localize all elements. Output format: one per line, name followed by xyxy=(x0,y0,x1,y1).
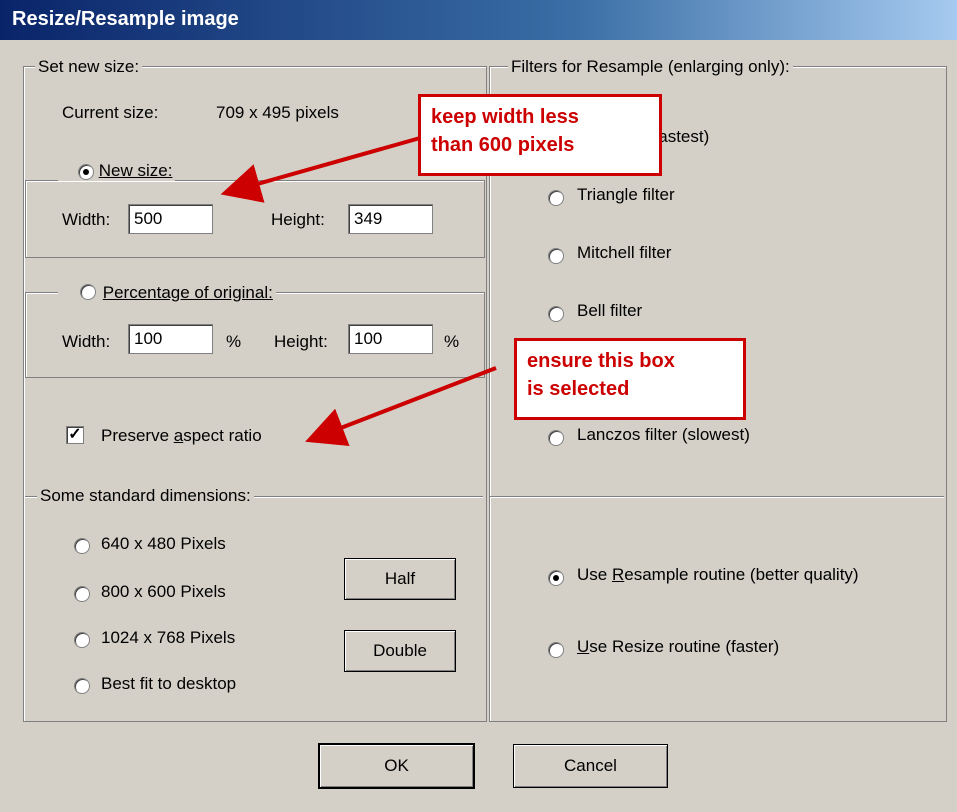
current-size-label: Current size: xyxy=(62,103,159,122)
pct-width-percent: % xyxy=(226,332,242,351)
cancel-button[interactable]: Cancel xyxy=(513,744,668,788)
routine-divider xyxy=(490,496,944,498)
std-1024-label[interactable]: 1024 x 768 Pixels xyxy=(101,628,235,648)
standard-dimensions-legend: Some standard dimensions: xyxy=(37,486,254,506)
new-height-input[interactable]: 349 xyxy=(348,204,433,234)
lanczos-filter-label[interactable]: Lanczos filter (slowest) xyxy=(577,425,750,445)
window-title: Resize/Resample image xyxy=(12,8,239,30)
double-button[interactable]: Double xyxy=(344,630,456,672)
std-best-fit-label[interactable]: Best fit to desktop xyxy=(101,674,236,694)
std-640-radio[interactable] xyxy=(74,538,90,554)
callout-ensure-box: ensure this box is selected xyxy=(514,338,746,420)
set-new-size-legend: Set new size: xyxy=(35,57,143,77)
height-label: Height: xyxy=(271,210,325,229)
callout-ensure-box-line2: is selected xyxy=(527,378,630,400)
callout-keep-width-line1: keep width less xyxy=(431,106,579,128)
new-size-option[interactable]: New size: xyxy=(58,160,176,181)
double-button-label: Double xyxy=(373,641,427,660)
resize-dialog: Resize/Resample image Set new size: Curr… xyxy=(0,0,957,812)
use-resize-radio[interactable] xyxy=(548,642,564,658)
pct-height-input[interactable]: 100 xyxy=(348,324,433,354)
std-1024-radio[interactable] xyxy=(74,632,90,648)
width-label: Width: xyxy=(62,210,111,229)
triangle-filter-label[interactable]: Triangle filter xyxy=(577,185,675,205)
mitchell-filter-label[interactable]: Mitchell filter xyxy=(577,243,671,263)
half-button[interactable]: Half xyxy=(344,558,456,600)
lanczos-filter-radio[interactable] xyxy=(548,430,564,446)
triangle-filter-radio[interactable] xyxy=(548,190,564,206)
percentage-label: Percentage of original: xyxy=(102,283,273,302)
use-resample-label[interactable]: Use Resample routine (better quality) xyxy=(577,565,859,585)
pct-width-input[interactable]: 100 xyxy=(128,324,213,354)
callout-keep-width: keep width less than 600 pixels xyxy=(418,94,662,176)
mitchell-filter-radio[interactable] xyxy=(548,248,564,264)
bell-filter-radio[interactable] xyxy=(548,306,564,322)
use-resample-radio[interactable] xyxy=(548,570,564,586)
use-resize-label[interactable]: Use Resize routine (faster) xyxy=(577,637,779,657)
pct-height-label: Height: xyxy=(274,332,328,351)
new-size-label: New size: xyxy=(98,161,173,180)
preserve-aspect-label: Preserve aspect ratio xyxy=(101,426,262,445)
current-size-value: 709 x 495 pixels xyxy=(216,103,339,122)
pct-width-label: Width: xyxy=(62,332,111,351)
filters-legend: Filters for Resample (enlarging only): xyxy=(508,57,793,77)
std-800-label[interactable]: 800 x 600 Pixels xyxy=(101,582,226,602)
percentage-radio[interactable] xyxy=(80,284,96,300)
callout-ensure-box-line1: ensure this box xyxy=(527,350,675,372)
preserve-aspect-checkbox[interactable]: ✓ xyxy=(66,426,84,444)
std-800-radio[interactable] xyxy=(74,586,90,602)
ok-button-label: OK xyxy=(384,756,409,775)
half-button-label: Half xyxy=(384,569,416,588)
std-best-fit-radio[interactable] xyxy=(74,678,90,694)
pct-height-percent: % xyxy=(444,332,460,351)
cancel-button-label: Cancel xyxy=(564,756,617,775)
new-size-radio[interactable] xyxy=(78,164,94,180)
new-width-input[interactable]: 500 xyxy=(128,204,213,234)
ok-button[interactable]: OK xyxy=(319,744,474,788)
title-bar[interactable]: Resize/Resample image xyxy=(0,0,957,40)
bell-filter-label[interactable]: Bell filter xyxy=(577,301,642,321)
std-640-label[interactable]: 640 x 480 Pixels xyxy=(101,534,226,554)
callout-keep-width-line2: than 600 pixels xyxy=(431,134,575,156)
percentage-option[interactable]: Percentage of original: xyxy=(58,282,276,303)
